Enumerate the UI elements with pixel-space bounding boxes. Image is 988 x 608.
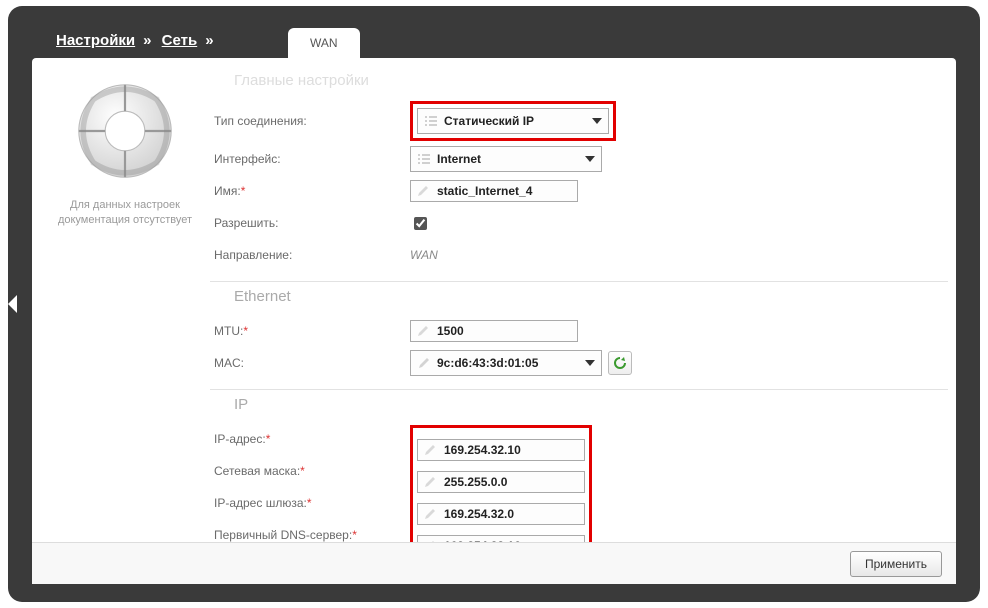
input-gateway[interactable]: 169.254.32.0 <box>417 503 585 525</box>
input-ip-addr-value: 169.254.32.10 <box>444 443 521 457</box>
label-allow: Разрешить: <box>210 216 410 230</box>
input-name-value: static_Internet_4 <box>437 184 532 198</box>
input-mtu[interactable]: 1500 <box>410 320 578 342</box>
input-gateway-value: 169.254.32.0 <box>444 507 514 521</box>
checkbox-allow[interactable] <box>414 217 427 230</box>
list-icon <box>417 152 431 166</box>
input-mask[interactable]: 255.255.0.0 <box>417 471 585 493</box>
label-mac: MAC: <box>210 356 410 370</box>
label-conn-type: Тип соединения: <box>210 114 410 128</box>
chevron-down-icon <box>585 156 595 162</box>
select-mac-value: 9c:d6:43:3d:01:05 <box>437 356 538 370</box>
label-name: Имя:* <box>210 184 410 198</box>
breadcrumb-sep: » <box>143 32 151 49</box>
section-main-title: Главные настройки <box>234 72 948 89</box>
help-text: Для данных настроек документация отсутст… <box>46 198 204 228</box>
input-name[interactable]: static_Internet_4 <box>410 180 578 202</box>
section-ip-title: IP <box>234 396 948 413</box>
chevron-down-icon <box>585 360 595 366</box>
label-direction: Направление: <box>210 248 410 262</box>
chevron-down-icon <box>592 118 602 124</box>
label-ip-addr: IP-адрес:* <box>210 432 410 446</box>
tab-wan[interactable]: WAN <box>288 28 360 58</box>
label-dns1: Первичный DNS-сервер:* <box>210 528 410 542</box>
breadcrumb-network[interactable]: Сеть <box>162 32 198 49</box>
breadcrumb-settings[interactable]: Настройки <box>56 32 135 49</box>
label-interface: Интерфейс: <box>210 152 410 166</box>
breadcrumb: Настройки » Сеть » <box>56 32 220 49</box>
list-icon <box>424 114 438 128</box>
value-direction: WAN <box>410 248 438 262</box>
input-ip-addr[interactable]: 169.254.32.10 <box>417 439 585 461</box>
select-mac[interactable]: 9c:d6:43:3d:01:05 <box>410 350 602 376</box>
edit-icon <box>417 356 431 370</box>
select-interface-value: Internet <box>437 152 481 166</box>
label-mask: Сетевая маска:* <box>210 464 410 478</box>
edit-icon <box>423 443 437 457</box>
settings-form: Главные настройки Тип соединения: Статич… <box>210 66 948 584</box>
section-ethernet-title: Ethernet <box>234 288 948 305</box>
select-conn-type[interactable]: Статический IP <box>417 108 609 134</box>
apply-button[interactable]: Применить <box>850 551 942 577</box>
footer-bar: Применить <box>32 542 956 584</box>
label-mtu: MTU:* <box>210 324 410 338</box>
input-mask-value: 255.255.0.0 <box>444 475 507 489</box>
edit-icon <box>416 324 430 338</box>
select-interface[interactable]: Internet <box>410 146 602 172</box>
breadcrumb-sep: » <box>205 32 213 49</box>
help-sidebar: Для данных настроек документация отсутст… <box>40 66 210 584</box>
edit-icon <box>423 475 437 489</box>
refresh-icon <box>612 355 628 371</box>
expand-arrow-left-icon[interactable] <box>8 295 17 313</box>
edit-icon <box>423 507 437 521</box>
label-gateway: IP-адрес шлюза:* <box>210 496 410 510</box>
input-mtu-value: 1500 <box>437 324 464 338</box>
edit-icon <box>416 184 430 198</box>
select-conn-type-value: Статический IP <box>444 114 534 128</box>
help-icon <box>70 76 180 186</box>
refresh-mac-button[interactable] <box>608 351 632 375</box>
